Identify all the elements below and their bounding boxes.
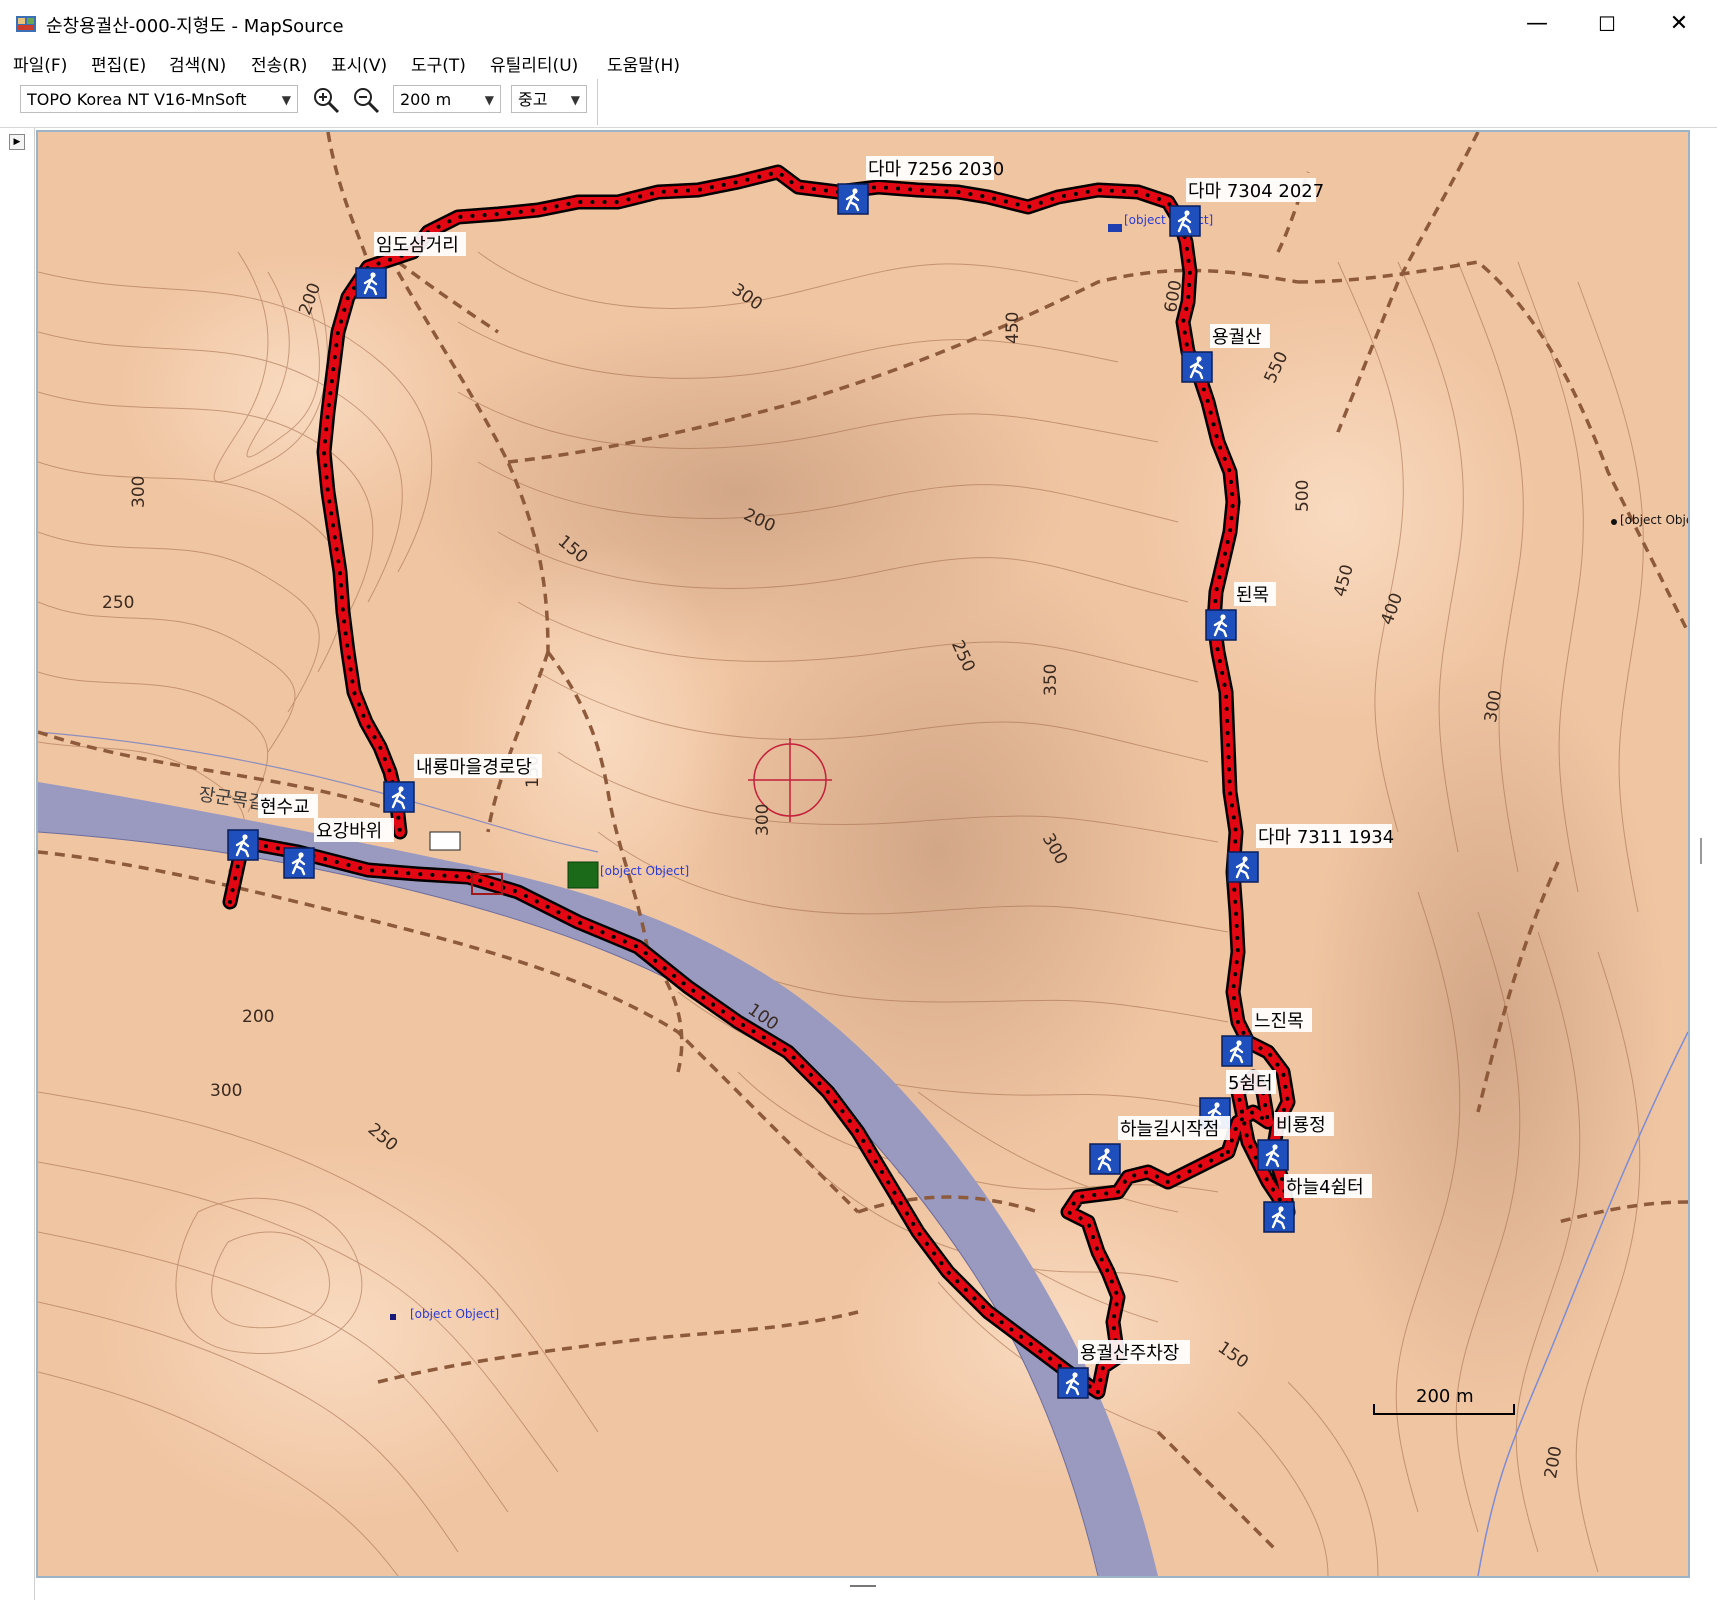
title-bar: 순창용궐산-000-지형도 - MapSource — ☐ ✕ xyxy=(0,0,1717,47)
chevron-down-icon: ▼ xyxy=(281,93,291,107)
waypoint-label: 하늘4쉼터 xyxy=(1286,1177,1364,1198)
horizontal-splitter-grip[interactable] xyxy=(850,1585,876,1587)
vertical-splitter-grip[interactable] xyxy=(1700,838,1702,864)
mapsource-app-icon xyxy=(16,16,36,32)
zoom-in-icon[interactable] xyxy=(311,85,341,115)
hiker-waypoint-icon xyxy=(1089,1143,1121,1175)
window-title: 순창용궐산-000-지형도 - MapSource xyxy=(46,16,344,37)
hiker-waypoint-icon xyxy=(283,847,315,879)
topo-map[interactable]: [object Object] [object Object] [object … xyxy=(38,132,1688,1576)
waypoint-label: 5쉼터 xyxy=(1228,1073,1273,1094)
status-strip xyxy=(36,1578,1686,1600)
menu-utilities[interactable]: 유틸리티(U) xyxy=(490,51,578,76)
toolbar-separator xyxy=(597,79,598,125)
hiker-waypoint-icon xyxy=(1181,351,1213,383)
maximize-button[interactable]: ☐ xyxy=(1572,0,1642,47)
menu-transfer[interactable]: 전송(R) xyxy=(251,51,307,76)
waypoint-label: 하늘길시작점 xyxy=(1120,1119,1219,1140)
detail-level-value: 중고 xyxy=(518,90,548,109)
poi-label: [object Object] xyxy=(410,1307,499,1321)
menu-edit[interactable]: 편집(E) xyxy=(91,51,146,76)
waypoint-label: 다마 7256 2030 xyxy=(868,159,1004,180)
svg-text:350: 350 xyxy=(1041,664,1061,696)
waypoint-label: 다마 7311 1934 xyxy=(1258,827,1394,848)
hiker-waypoint-icon xyxy=(1057,1367,1089,1399)
map-product-select[interactable]: TOPO Korea NT V16-MnSoft ▼ xyxy=(20,85,298,113)
waypoint-label: 비룡정 xyxy=(1276,1115,1326,1136)
waypoint-label: 된목 xyxy=(1236,585,1269,606)
menu-view[interactable]: 표시(V) xyxy=(331,51,387,76)
hiker-waypoint-icon xyxy=(1221,1035,1253,1067)
chevron-down-icon: ▼ xyxy=(484,93,494,107)
chevron-down-icon: ▼ xyxy=(570,93,580,107)
hiker-waypoint-icon xyxy=(383,781,415,813)
menu-help[interactable]: 도움말(H) xyxy=(607,51,680,76)
menu-search[interactable]: 검색(N) xyxy=(169,51,226,76)
waypoint-label: 느진목 xyxy=(1254,1011,1304,1032)
svg-text:250: 250 xyxy=(102,593,134,613)
detail-level-select[interactable]: 중고 ▼ xyxy=(511,85,587,113)
waypoint-label: 임도삼거리 xyxy=(376,235,459,256)
peak-marker-icon xyxy=(1108,224,1122,232)
zoom-scale-value: 200 m xyxy=(400,90,452,109)
hiker-waypoint-icon xyxy=(355,267,387,299)
menu-bar: 파일(F) 편집(E) 검색(N) 전송(R) 표시(V) 도구(T) 유틸리티… xyxy=(0,47,1717,78)
hiker-waypoint-icon xyxy=(1263,1201,1295,1233)
map-product-value: TOPO Korea NT V16-MnSoft xyxy=(27,90,247,109)
expand-panel-arrow-icon[interactable]: ▶ xyxy=(9,134,25,150)
svg-text:500: 500 xyxy=(1293,480,1313,512)
zoom-out-icon[interactable] xyxy=(351,85,381,115)
map-view[interactable]: [object Object] [object Object] [object … xyxy=(36,130,1690,1578)
poi-label: [object Object] xyxy=(1620,513,1688,527)
waypoint-label: 내룡마을경로당 xyxy=(416,757,532,778)
svg-text:450: 450 xyxy=(1003,312,1023,344)
waypoint-label: 용궐산 xyxy=(1212,327,1262,348)
waypoint-label: 현수교 xyxy=(260,797,310,818)
poi-label: [object Object] xyxy=(600,864,689,878)
menu-file[interactable]: 파일(F) xyxy=(13,51,67,76)
svg-text:300: 300 xyxy=(210,1081,242,1101)
close-button[interactable]: ✕ xyxy=(1644,0,1714,47)
waypoint-label: 용궐산주차장 xyxy=(1080,1343,1179,1364)
hiker-waypoint-icon xyxy=(227,829,259,861)
menu-tools[interactable]: 도구(T) xyxy=(411,51,466,76)
scenic-poi-icon xyxy=(567,861,599,889)
left-panel-collapsed: ▶ xyxy=(0,128,35,1600)
right-edge-panel xyxy=(1690,128,1717,1600)
svg-text:200: 200 xyxy=(242,1007,274,1027)
waypoint-label: 요강바위 xyxy=(316,821,382,842)
building-marker-icon xyxy=(429,831,461,851)
minimize-button[interactable]: — xyxy=(1502,0,1572,47)
village-marker-icon xyxy=(1611,519,1617,525)
zoom-scale-select[interactable]: 200 m ▼ xyxy=(393,85,501,113)
scale-bar-label: 200 m xyxy=(1416,1386,1474,1407)
svg-text:300: 300 xyxy=(129,476,149,508)
svg-text:300: 300 xyxy=(753,804,773,836)
village-marker-icon xyxy=(390,1314,396,1320)
hiker-waypoint-icon xyxy=(837,183,869,215)
toolbar: TOPO Korea NT V16-MnSoft ▼ 200 m ▼ 중고 ▼ xyxy=(0,77,1717,128)
hiker-waypoint-icon xyxy=(1257,1139,1289,1171)
hiker-waypoint-icon xyxy=(1205,609,1237,641)
waypoint-label: 다마 7304 2027 xyxy=(1188,181,1324,202)
hiker-waypoint-icon xyxy=(1169,205,1201,237)
hiker-waypoint-icon xyxy=(1227,851,1259,883)
